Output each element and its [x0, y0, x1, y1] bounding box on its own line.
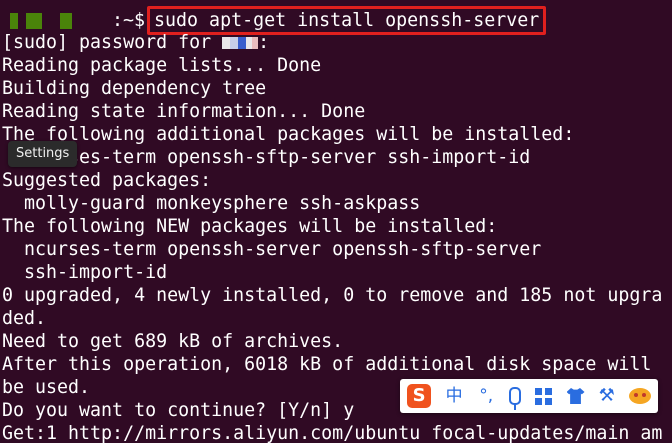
keyboard-grid-icon[interactable]	[535, 387, 553, 405]
microphone-icon[interactable]	[509, 387, 522, 410]
output-line: Get:1 http://mirrors.aliyun.com/ubuntu f…	[2, 423, 663, 443]
sudo-password-line: [sudo] password for :	[2, 31, 269, 54]
punctuation-icon[interactable]: °,	[477, 384, 495, 408]
output-line: The following additional packages will b…	[2, 124, 575, 145]
output-line: ssh-import-id	[2, 262, 168, 283]
chinese-mode-icon[interactable]: 中	[445, 384, 463, 408]
output-line: Reading state information... Done	[2, 101, 366, 122]
skin-shirt-icon[interactable]	[566, 388, 585, 404]
prompt-line: :~$ sudo apt-get install openssh-server	[2, 6, 547, 35]
prompt-suffix: :~$	[112, 10, 146, 31]
terminal-window[interactable]: :~$ sudo apt-get install openssh-server […	[0, 0, 672, 443]
output-line: molly-guard monkeysphere ssh-askpass	[2, 193, 421, 214]
output-line: 0 upgraded, 4 newly installed, 0 to remo…	[2, 285, 663, 306]
redacted-username	[222, 37, 259, 49]
output-line: Building dependency tree	[2, 78, 267, 99]
sudo-prompt-end: :	[258, 32, 270, 53]
output-line: The following NEW packages will be insta…	[2, 216, 498, 237]
output-line: Need to get 689 kB of archives.	[2, 331, 344, 352]
ime-toolbar[interactable]: S 中 °, ⚒	[400, 379, 658, 413]
sudo-prompt-text: [sudo] password for	[2, 32, 223, 53]
output-line: ded.	[2, 308, 47, 329]
output-line: Suggested packages:	[2, 170, 212, 191]
redacted-username	[2, 13, 112, 29]
sogou-logo-icon[interactable]: S	[407, 384, 432, 408]
output-line: After this operation, 6018 kB of additio…	[2, 354, 652, 375]
output-line: be used.	[2, 377, 91, 398]
tools-icon[interactable]: ⚒	[599, 384, 615, 408]
output-line: Do you want to continue? [Y/n] y	[2, 400, 355, 421]
mascot-icon[interactable]	[628, 388, 651, 404]
settings-tooltip: Settings	[8, 141, 78, 167]
output-line: ncurses-term openssh-server openssh-sftp…	[2, 239, 542, 260]
output-line: Reading package lists... Done	[2, 55, 322, 76]
output-line: ncurses-term openssh-sftp-server ssh-imp…	[2, 147, 531, 168]
